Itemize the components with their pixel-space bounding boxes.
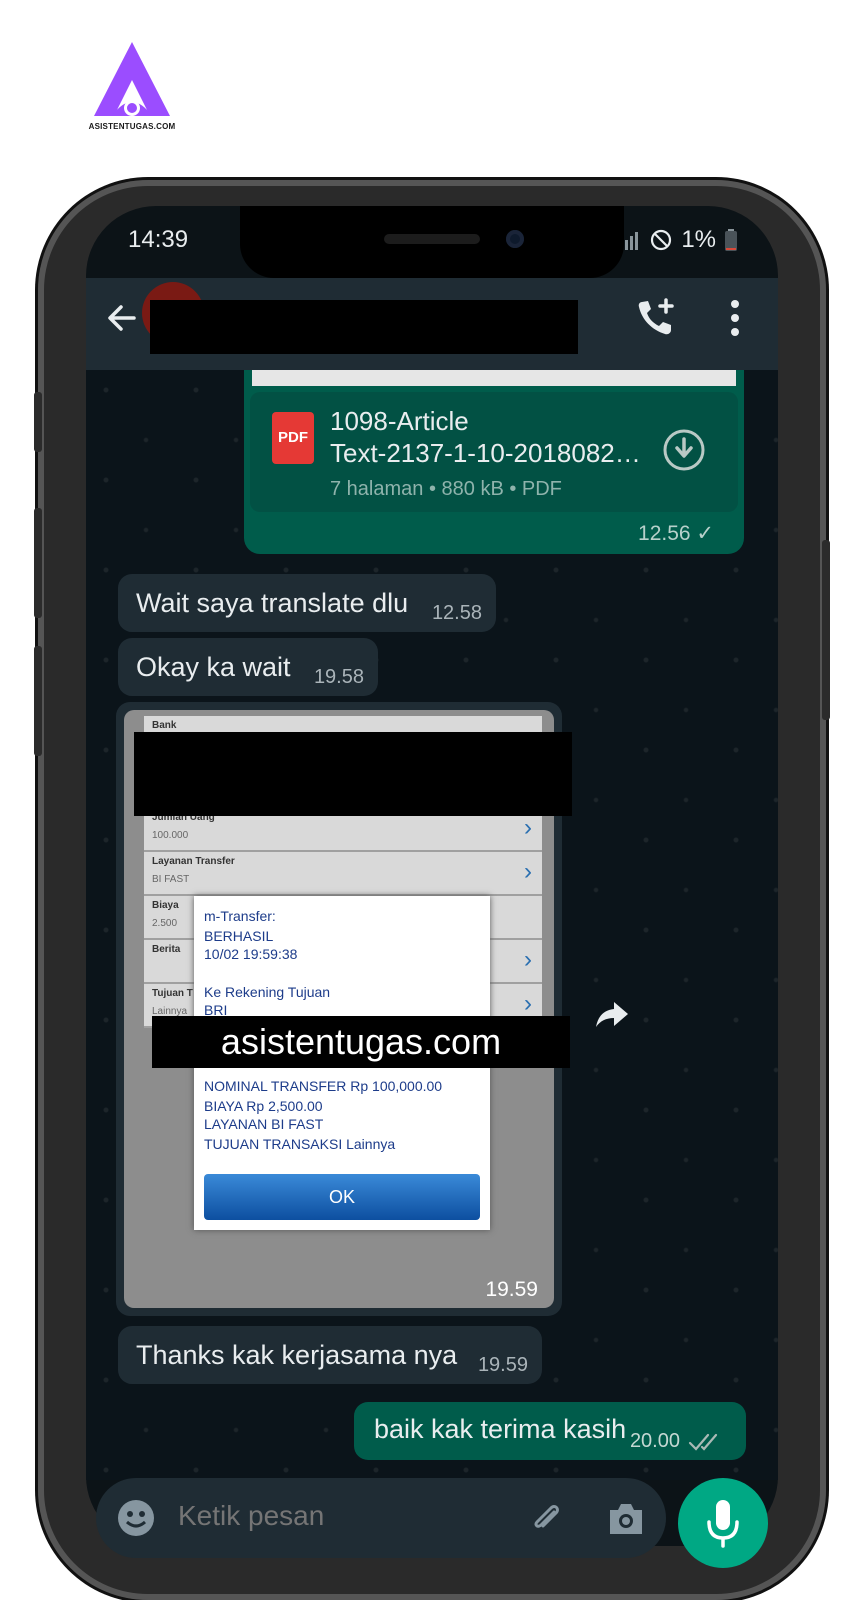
add-call-icon[interactable] — [634, 296, 678, 340]
dialog-line: BIAYA Rp 2,500.00 — [204, 1098, 323, 1114]
dnd-icon — [651, 229, 672, 251]
mic-button[interactable] — [678, 1478, 768, 1568]
pdf-file-icon: PDF — [272, 412, 314, 464]
pdf-message[interactable]: PDF 1098-Article Text-2137-1-10-2018082…… — [244, 370, 744, 554]
incoming-message[interactable]: Thanks kak kerjasama nya 19.59 — [118, 1326, 542, 1384]
row-label: Tujuan T — [152, 988, 193, 999]
front-camera — [506, 230, 524, 248]
mic-icon — [707, 1500, 739, 1548]
chevron-right-icon: › — [524, 990, 532, 1017]
row-value: 100.000 — [152, 830, 189, 841]
status-time: 14:39 — [128, 226, 189, 253]
message-text: Wait saya translate dlu — [136, 588, 409, 618]
incoming-message[interactable]: Wait saya translate dlu 12.58 — [118, 574, 496, 632]
battery-icon — [725, 229, 737, 251]
dialog-line: TUJUAN TRANSAKSI Lainnya — [204, 1136, 396, 1152]
phone-speaker — [384, 234, 480, 244]
redacted-region — [134, 732, 572, 816]
message-time: 20.00 — [629, 1430, 680, 1452]
chevron-right-icon: › — [524, 814, 532, 841]
row-label: Layanan Transfer — [152, 856, 235, 867]
chevron-right-icon: › — [524, 858, 532, 885]
chevron-right-icon: › — [524, 946, 532, 973]
chat-area[interactable]: PDF 1098-Article Text-2137-1-10-2018082…… — [86, 370, 778, 1480]
row-value: 2.500 — [152, 918, 178, 929]
row-label: Berita — [152, 944, 181, 955]
message-time: 12.58 — [431, 602, 482, 624]
watermark-label: asistentugas.com — [152, 1016, 570, 1068]
dialog-line: LAYANAN BI FAST — [204, 1116, 324, 1132]
pdf-attachment-card[interactable]: PDF 1098-Article Text-2137-1-10-2018082…… — [250, 392, 738, 512]
screenshot-row: Layanan Transfer BI FAST › — [144, 852, 542, 896]
pdf-preview-strip — [252, 370, 736, 386]
camera-icon[interactable] — [606, 1500, 646, 1536]
message-time: 19.58 — [313, 666, 364, 688]
forward-icon[interactable] — [592, 994, 632, 1034]
dialog-line: m-Transfer: — [204, 908, 276, 924]
pdf-filename-line2: Text-2137-1-10-2018082… — [330, 438, 641, 468]
phone-button — [822, 540, 830, 720]
dialog-line: BERHASIL — [204, 928, 274, 944]
dialog-line: 10/02 19:59:38 — [204, 946, 298, 962]
row-label: Bank — [152, 720, 177, 731]
message-time: 19.59 — [477, 1354, 528, 1376]
brand-label: ASISTENTUGAS.COM — [88, 122, 176, 131]
row-label: Biaya — [152, 900, 179, 911]
attach-icon[interactable] — [526, 1498, 566, 1538]
dialog-line: NOMINAL TRANSFER Rp 100,000.00 — [204, 1078, 443, 1094]
message-input[interactable] — [178, 1500, 498, 1532]
row-value: BI FAST — [152, 874, 190, 885]
phone-button — [34, 508, 42, 618]
pdf-file-meta: 7 halaman • 880 kB • PDF — [330, 478, 562, 500]
message-time: 19.59 — [485, 1278, 538, 1301]
dialog-line: Ke Rekening Tujuan — [204, 984, 331, 1000]
double-check-icon — [688, 1433, 718, 1451]
pdf-filename-line1: 1098-Article — [330, 406, 469, 436]
download-icon[interactable] — [662, 428, 706, 472]
message-time: 12.56 ✓ — [638, 522, 714, 545]
emoji-icon[interactable] — [116, 1498, 156, 1538]
ok-button: OK — [204, 1174, 480, 1220]
phone-button — [34, 392, 42, 452]
message-text: Thanks kak kerjasama nya — [136, 1340, 458, 1370]
redacted-contact-name[interactable] — [150, 300, 578, 354]
battery-percent: 1% — [681, 226, 716, 253]
incoming-message[interactable]: Okay ka wait 19.58 — [118, 638, 378, 696]
more-vert-icon[interactable] — [728, 298, 742, 338]
message-composer — [96, 1478, 666, 1558]
chat-header — [86, 278, 778, 370]
phone-button — [34, 646, 42, 756]
message-text: Okay ka wait — [136, 652, 291, 682]
outgoing-message[interactable]: baik kak terima kasih 20.00 — [354, 1402, 746, 1460]
arrow-left-icon[interactable] — [104, 300, 140, 336]
message-text: baik kak terima kasih — [374, 1414, 627, 1444]
